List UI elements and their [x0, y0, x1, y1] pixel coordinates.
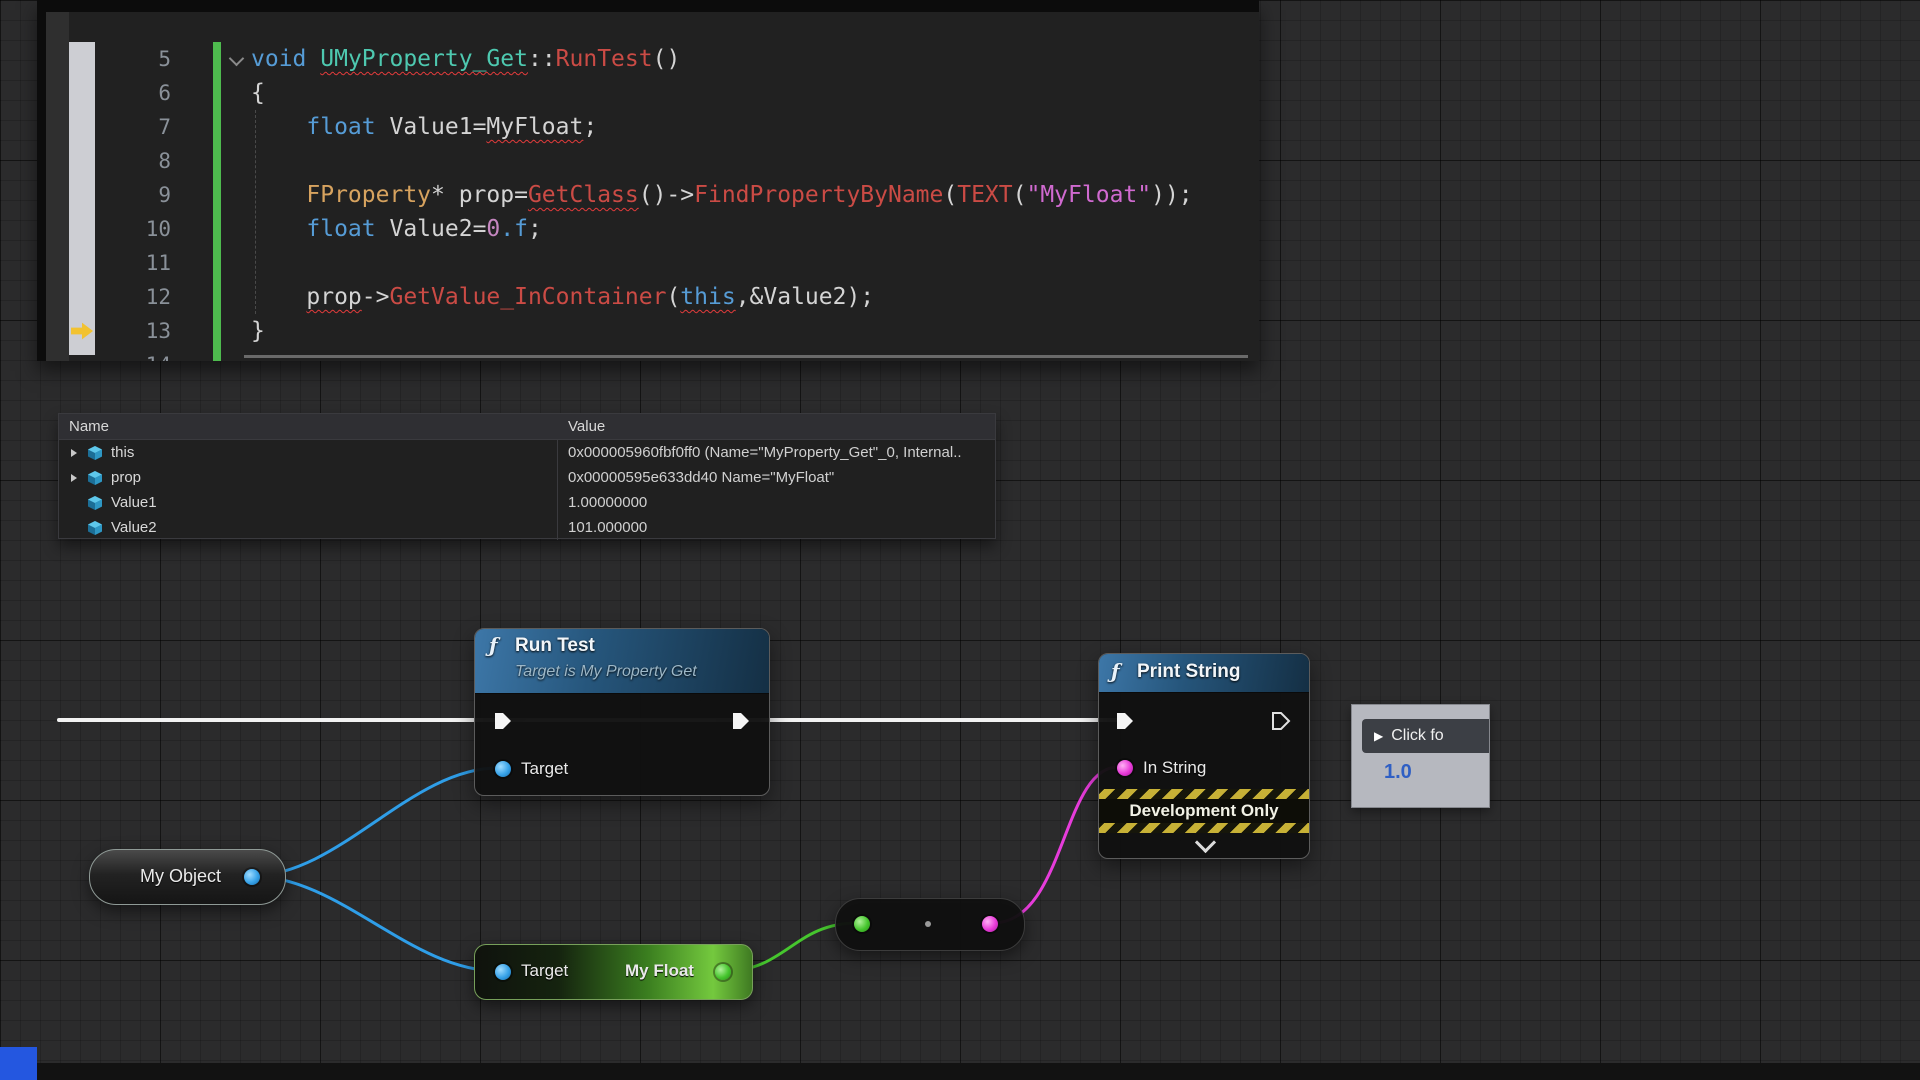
my-object-node[interactable]: My Object [89, 849, 286, 905]
expand-arrow-icon[interactable] [71, 474, 77, 482]
code-line: 9 FProperty* prop=GetClass()->FindProper… [46, 178, 1259, 212]
line-number: 10 [46, 217, 171, 241]
code-text[interactable]: float Value2=0.f; [251, 216, 542, 242]
print-string-node-header[interactable]: ƒ Print String [1099, 654, 1309, 693]
my-object-output-pin[interactable] [244, 869, 260, 885]
run-test-node-header[interactable]: ƒ Run Test Target is My Property Get [475, 629, 769, 694]
code-text[interactable]: void UMyProperty_Get::RunTest() [251, 46, 680, 72]
function-icon: ƒ [489, 633, 498, 657]
node-title: Print String [1137, 661, 1240, 683]
code-text[interactable]: } [251, 318, 265, 344]
expand-arrow-placeholder [71, 524, 77, 532]
line-number: 8 [46, 149, 171, 173]
line-number: 12 [46, 285, 171, 309]
get-my-float-node[interactable]: Target My Float [474, 944, 753, 1000]
expand-arrow-icon[interactable] [71, 449, 77, 457]
watch-value-column-header: Value [558, 418, 605, 435]
bottom-window-edge [37, 1063, 1920, 1080]
code-line: 14 [46, 348, 1259, 361]
float-to-string-conversion-node[interactable] [835, 898, 1025, 951]
play-icon: ▶ [1374, 719, 1383, 753]
in-string-input-pin[interactable] [1117, 760, 1133, 776]
conversion-input-pin[interactable] [854, 916, 870, 932]
watch-name-column-header: Name [59, 418, 558, 435]
code-line: 7 float Value1=MyFloat; [46, 110, 1259, 144]
my-float-output-pin[interactable] [715, 964, 731, 980]
variable-cube-icon [87, 520, 103, 536]
line-number: 7 [46, 115, 171, 139]
conversion-output-pin[interactable] [982, 916, 998, 932]
my-object-label: My Object [140, 866, 221, 887]
exec-out-pin[interactable] [731, 711, 751, 731]
expand-arrow-placeholder [71, 499, 77, 507]
code-line: 5 void UMyProperty_Get::RunTest() [46, 42, 1259, 76]
target-input-pin[interactable] [495, 761, 511, 777]
watch-row[interactable]: Value2 101.000000 [59, 515, 995, 540]
target-pin-label: Target [521, 759, 568, 779]
line-number: 9 [46, 183, 171, 207]
line-number: 5 [46, 47, 171, 71]
variable-cube-icon [87, 445, 103, 461]
watch-value: 0x00000595e633dd40 Name="MyFloat" [558, 469, 834, 486]
line-number: 13 [46, 319, 171, 343]
code-editor[interactable]: 5void UMyProperty_Get::RunTest() 6{ 7 fl… [46, 12, 1259, 361]
click-for-more-label: Click fo [1391, 727, 1443, 744]
run-test-node[interactable]: ƒ Run Test Target is My Property Get Tar… [474, 628, 770, 796]
code-line: 10 float Value2=0.f; [46, 212, 1259, 246]
line-number: 11 [46, 251, 171, 275]
click-for-more-button[interactable]: ▶ Click fo [1362, 719, 1490, 753]
debug-value-tooltip: ▶ Click fo 1.0 [1351, 704, 1490, 808]
node-title: Run Test [515, 635, 595, 657]
watch-window[interactable]: Name Value this 0x000005960fbf0ff0 (Name… [58, 413, 996, 539]
watch-value: 0x000005960fbf0ff0 (Name="MyProperty_Get… [558, 444, 962, 461]
variable-cube-icon [87, 495, 103, 511]
blueprint-canvas[interactable]: ƒ Run Test Target is My Property Get Tar… [0, 0, 1920, 1080]
function-icon: ƒ [1111, 659, 1120, 683]
dev-only-banner: Development Only [1099, 799, 1309, 823]
node-subtitle: Target is My Property Get [515, 663, 697, 681]
exec-in-pin[interactable] [493, 711, 513, 731]
line-number: 14 [46, 353, 171, 361]
code-text[interactable]: FProperty* prop=GetClass()->FindProperty… [251, 182, 1193, 208]
window-corner-accent [0, 1047, 37, 1080]
code-rows: 5void UMyProperty_Get::RunTest() 6{ 7 fl… [46, 42, 1259, 361]
watch-row[interactable]: prop 0x00000595e633dd40 Name="MyFloat" [59, 465, 995, 490]
watch-header: Name Value [59, 414, 995, 440]
watch-row[interactable]: this 0x000005960fbf0ff0 (Name="MyPropert… [59, 440, 995, 465]
variable-cube-icon [87, 470, 103, 486]
debug-value: 1.0 [1384, 761, 1412, 784]
conversion-dot-icon [925, 921, 931, 927]
watch-name: Value1 [111, 494, 157, 511]
expand-node-chevron-icon[interactable] [1195, 832, 1216, 853]
code-text[interactable]: { [251, 80, 265, 106]
code-editor-window: 5void UMyProperty_Get::RunTest() 6{ 7 fl… [37, 0, 1259, 361]
watch-name: this [111, 444, 134, 461]
object-to-runtest-wire[interactable] [251, 768, 498, 876]
watch-name: Value2 [111, 519, 157, 536]
line-number: 6 [46, 81, 171, 105]
object-to-getter-wire[interactable] [251, 876, 498, 971]
dev-only-stripe-top [1099, 789, 1309, 799]
code-line: 13} [46, 314, 1259, 348]
watch-row[interactable]: Value1 1.00000000 [59, 490, 995, 515]
code-line: 12 prop->GetValue_InContainer(this,&Valu… [46, 280, 1259, 314]
code-line: 8 [46, 144, 1259, 178]
exec-in-pin[interactable] [1115, 711, 1135, 731]
code-text[interactable]: float Value1=MyFloat; [251, 114, 597, 140]
in-string-pin-label: In String [1143, 758, 1206, 778]
code-line: 11 [46, 246, 1259, 280]
watch-value: 1.00000000 [558, 494, 647, 511]
code-text[interactable]: prop->GetValue_InContainer(this,&Value2)… [251, 284, 874, 310]
exec-out-pin[interactable] [1271, 711, 1291, 731]
print-string-node[interactable]: ƒ Print String In String Development Onl… [1098, 653, 1310, 859]
target-pin-label: Target [521, 961, 568, 981]
target-input-pin[interactable] [495, 964, 511, 980]
my-float-pin-label: My Float [625, 961, 694, 981]
watch-value: 101.000000 [558, 519, 647, 536]
watch-name: prop [111, 469, 141, 486]
code-line: 6{ [46, 76, 1259, 110]
